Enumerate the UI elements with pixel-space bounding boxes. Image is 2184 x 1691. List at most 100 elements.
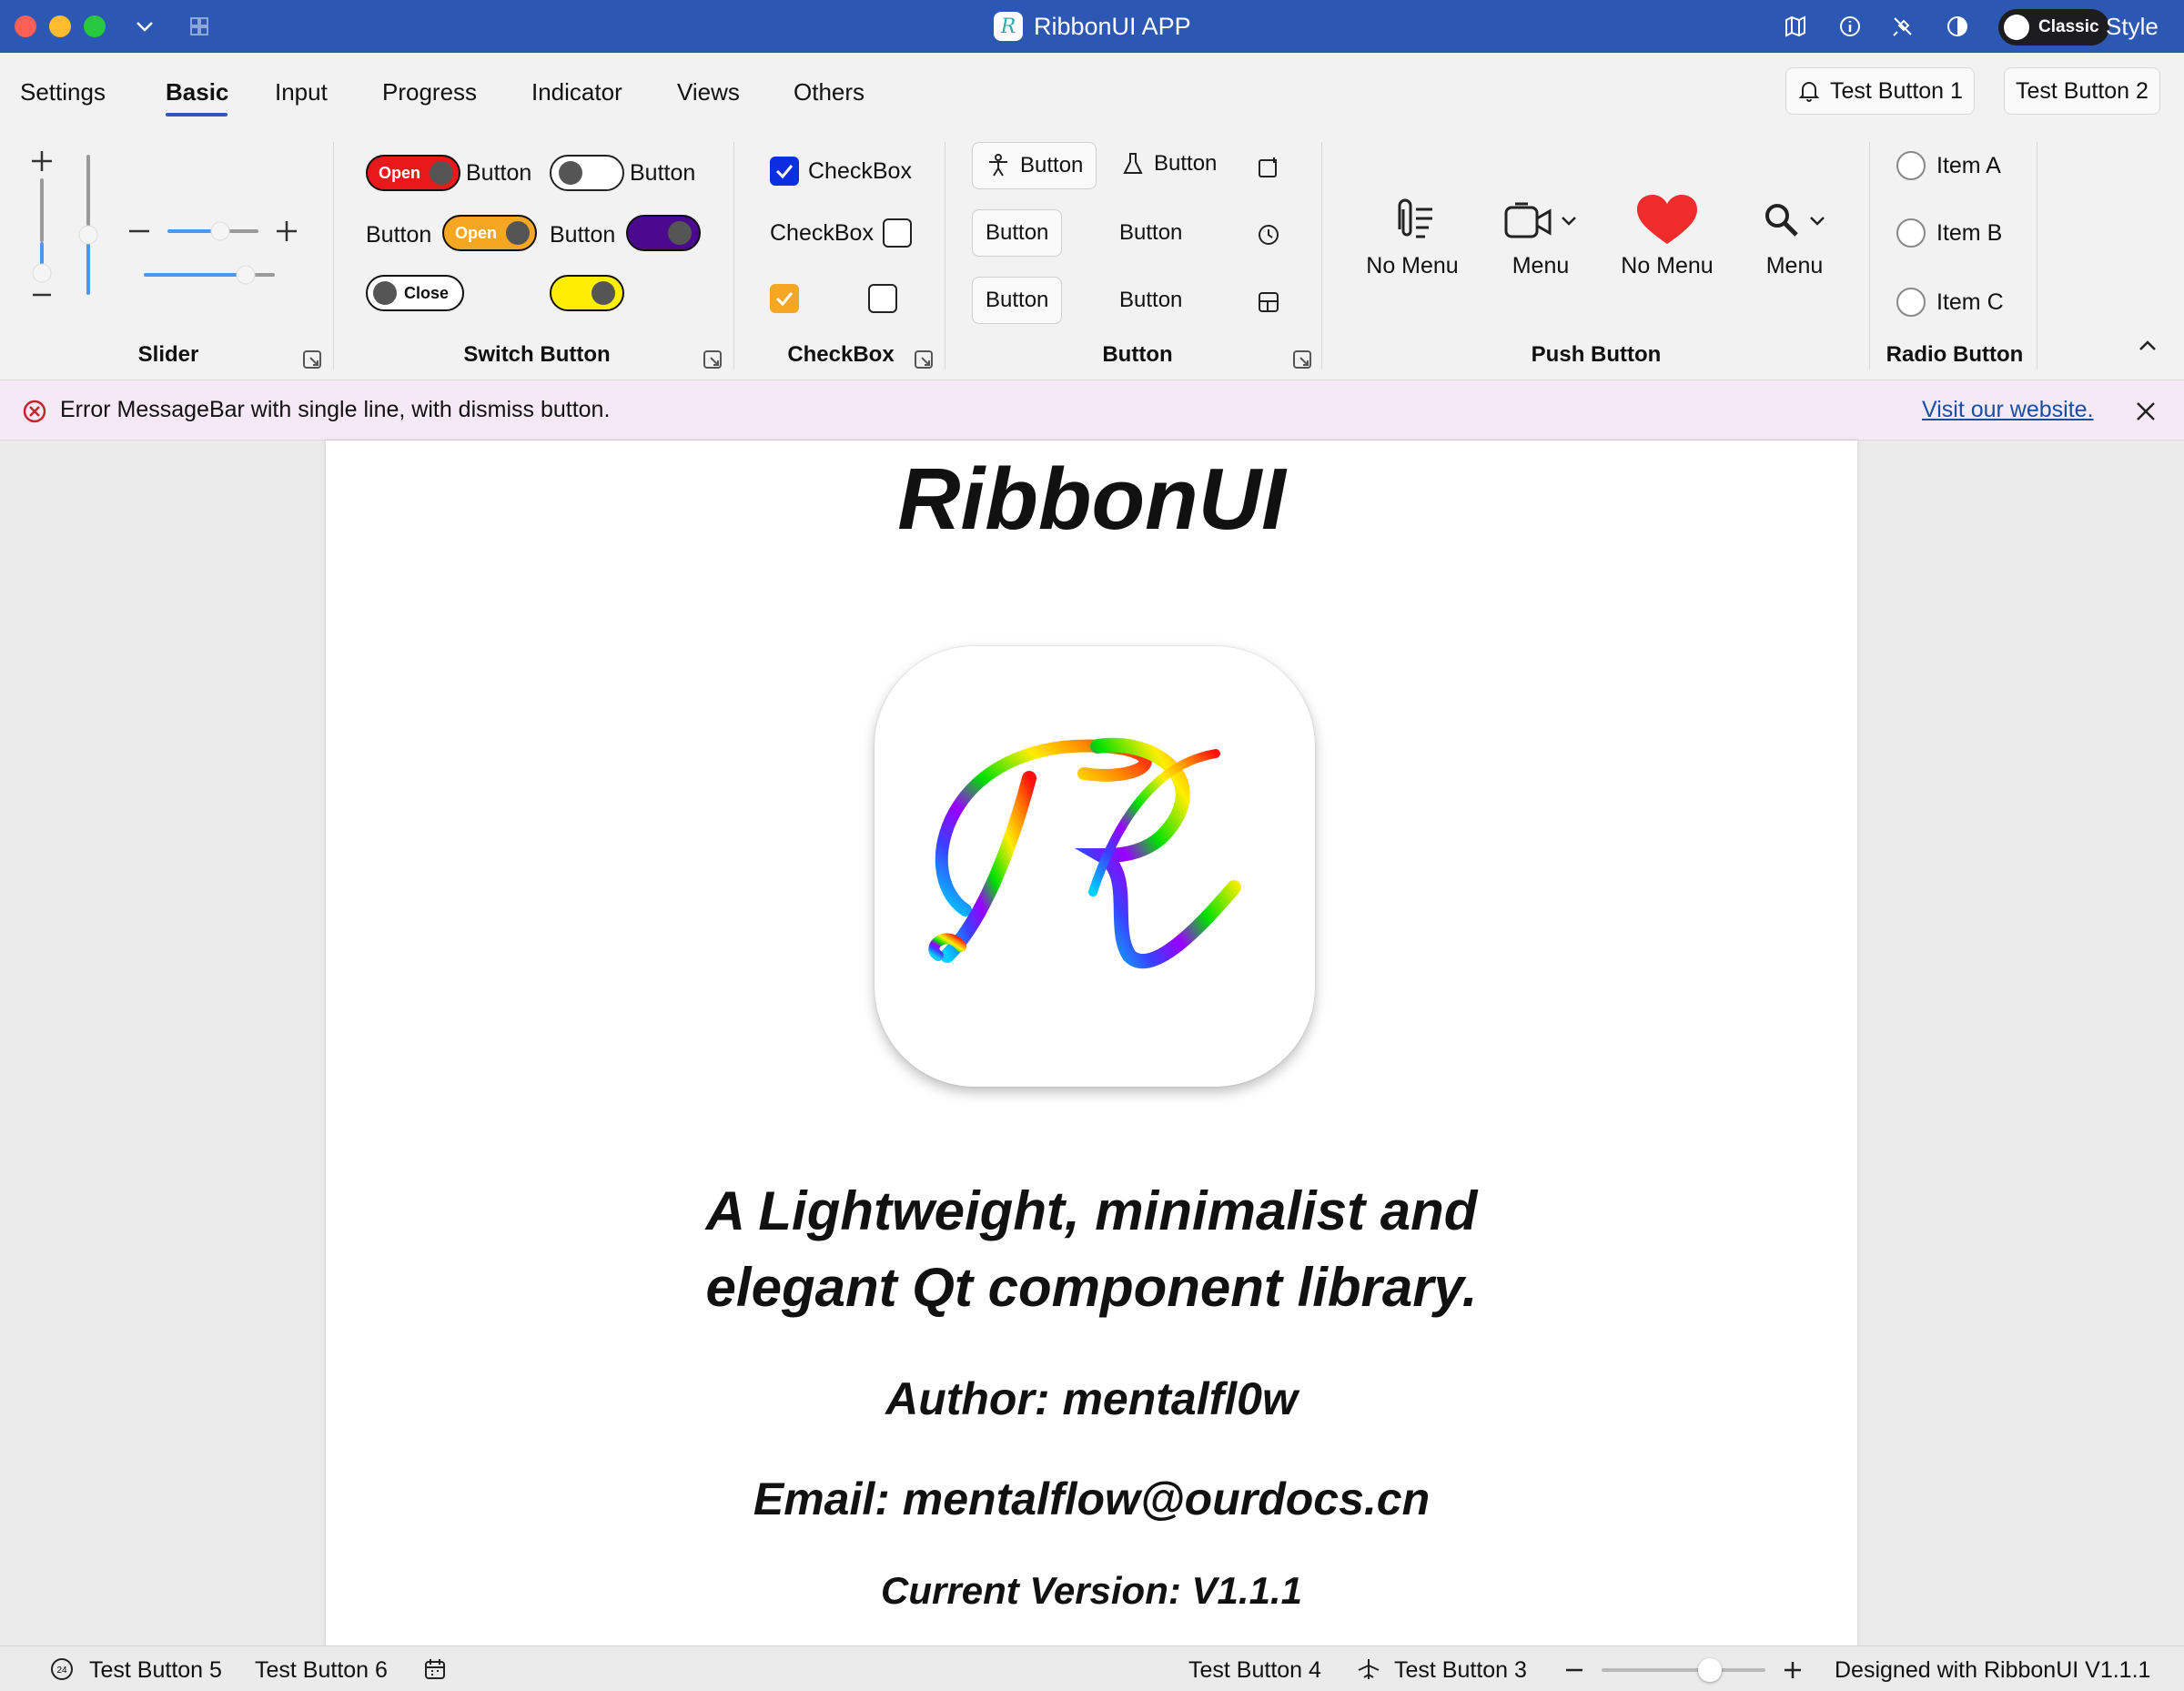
dialog-launcher-icon[interactable]: [914, 349, 934, 370]
checkbox-unchecked[interactable]: [868, 284, 897, 313]
switch-knob: [506, 221, 530, 245]
tab-basic[interactable]: Basic: [166, 78, 228, 106]
test-button-5[interactable]: Test Button 5: [89, 1657, 222, 1684]
push-button-heart[interactable]: No Menu: [1613, 187, 1722, 279]
switch-label: Button: [550, 222, 616, 248]
accessibility-button[interactable]: Button: [972, 142, 1097, 189]
airplane-icon: [1358, 1659, 1380, 1679]
test-button-3[interactable]: Test Button 3: [1394, 1657, 1527, 1684]
radio-item-a[interactable]: [1896, 151, 1926, 180]
button-label: Button: [1119, 288, 1183, 312]
push-button-search-menu[interactable]: Menu: [1742, 187, 1847, 279]
switch-on-purple[interactable]: [626, 215, 701, 251]
radio-label: Item B: [1936, 220, 2003, 246]
checkbox-checked-orange[interactable]: [770, 284, 799, 313]
radio-item-c[interactable]: [1896, 288, 1926, 317]
push-button-video-menu[interactable]: Menu: [1487, 187, 1594, 279]
switch-close-white[interactable]: Close: [366, 275, 464, 311]
switch-on-yellow[interactable]: [550, 275, 624, 311]
switch-state-text: Open: [455, 223, 498, 242]
status-bar: 24 Test Button 5 Test Button 6 Test Butt…: [0, 1645, 2184, 1691]
dialog-launcher-icon[interactable]: [1292, 349, 1312, 370]
test-button-2[interactable]: Test Button 2: [2004, 67, 2160, 115]
zoom-slider-knob[interactable]: [1698, 1658, 1722, 1682]
map-icon[interactable]: [1780, 11, 1811, 42]
button-label: Button: [1154, 151, 1218, 176]
clock-icon[interactable]: [1256, 222, 1281, 248]
test-button-6[interactable]: Test Button 6: [255, 1657, 388, 1684]
checkbox-unchecked[interactable]: [883, 218, 912, 248]
checkbox-label: CheckBox: [808, 158, 912, 184]
push-button-label: No Menu: [1366, 253, 1459, 278]
chevron-down-icon: [1562, 217, 1576, 226]
tagline-line-1: A Lightweight, minimalist and: [705, 1180, 1478, 1241]
badge-icon: 24: [49, 1656, 75, 1682]
group-separator: [1869, 142, 1870, 370]
tab-others[interactable]: Others: [794, 78, 864, 106]
classic-style-toggle[interactable]: Classic: [1998, 9, 2109, 46]
maximize-window-button[interactable]: [84, 15, 106, 37]
push-button-attach[interactable]: No Menu: [1358, 187, 1467, 279]
switch-open-red[interactable]: Open: [366, 155, 460, 191]
push-button-label: Menu: [1765, 253, 1824, 278]
search-icon: [1765, 204, 1798, 237]
tab-settings[interactable]: Settings: [20, 78, 106, 106]
email-text: Email: mentalflow@ourdocs.cn: [753, 1473, 1431, 1524]
heart-icon: [1637, 195, 1697, 244]
group-separator: [333, 142, 334, 370]
ribbon-tab-bar: Settings Basic Input Progress Indicator …: [0, 53, 2184, 133]
active-tab-indicator: [166, 113, 228, 116]
checkbox-label: CheckBox: [770, 220, 874, 246]
button-label: Button: [986, 220, 1049, 245]
test-button-1[interactable]: Test Button 1: [1785, 67, 1975, 115]
tab-views[interactable]: Views: [677, 78, 740, 106]
test-button-4[interactable]: Test Button 4: [1188, 1657, 1321, 1684]
button-bordered[interactable]: Button: [972, 209, 1063, 257]
button-label: Button: [1020, 153, 1084, 177]
flask-button[interactable]: Button: [1121, 151, 1217, 177]
switch-label: Button: [630, 160, 696, 186]
zoom-out-icon[interactable]: [1563, 1659, 1585, 1681]
test-button-2-label: Test Button 2: [2016, 77, 2149, 104]
document-page: RibbonUI A Lightweight, minimalist and e…: [326, 440, 1857, 1645]
dialog-launcher-icon[interactable]: [703, 349, 723, 370]
pin-off-icon[interactable]: [1887, 11, 1918, 42]
zoom-slider[interactable]: [1602, 1668, 1765, 1672]
website-link[interactable]: Visit our website.: [1922, 397, 2094, 423]
tab-input[interactable]: Input: [275, 78, 328, 106]
button-bordered[interactable]: Button: [972, 277, 1063, 324]
chevron-down-icon[interactable]: [129, 11, 160, 42]
document-title: RibbonUI: [897, 451, 1286, 548]
dialog-launcher-icon[interactable]: [302, 349, 322, 370]
switch-state-text: Close: [404, 283, 450, 302]
tab-progress[interactable]: Progress: [382, 78, 477, 106]
close-window-button[interactable]: [15, 15, 36, 37]
tab-indicator[interactable]: Indicator: [531, 78, 622, 106]
switch-knob: [668, 221, 692, 245]
radio-item-b[interactable]: [1896, 218, 1926, 248]
info-icon[interactable]: [1835, 11, 1866, 42]
layout-icon[interactable]: [184, 11, 215, 42]
window-new-icon[interactable]: [1256, 155, 1281, 180]
dark-mode-icon[interactable]: [1942, 11, 1973, 42]
table-icon[interactable]: [1256, 289, 1281, 315]
accessibility-icon: [989, 154, 1007, 177]
switch-open-orange[interactable]: Open: [442, 215, 537, 251]
button-group-label: Button: [1102, 342, 1173, 367]
switch-off-white[interactable]: [550, 155, 624, 191]
calendar-icon[interactable]: [422, 1656, 448, 1682]
zoom-in-icon[interactable]: [1782, 1659, 1804, 1681]
check-icon: [775, 165, 794, 179]
close-icon[interactable]: [2133, 399, 2159, 424]
minimize-window-button[interactable]: [49, 15, 71, 37]
style-toggle-label: Classic: [2038, 17, 2099, 36]
push-button-group-label: Push Button: [1531, 342, 1662, 367]
switch-knob: [430, 161, 453, 185]
checkbox-checked-blue[interactable]: [770, 157, 799, 186]
button-plain[interactable]: Button: [1119, 288, 1182, 313]
collapse-ribbon-icon[interactable]: [2137, 335, 2159, 357]
version-text: Current Version: V1.1.1: [881, 1569, 1302, 1612]
switch-knob: [373, 281, 397, 305]
window-title-text: RibbonUI APP: [1034, 12, 1191, 40]
button-plain[interactable]: Button: [1119, 220, 1182, 246]
